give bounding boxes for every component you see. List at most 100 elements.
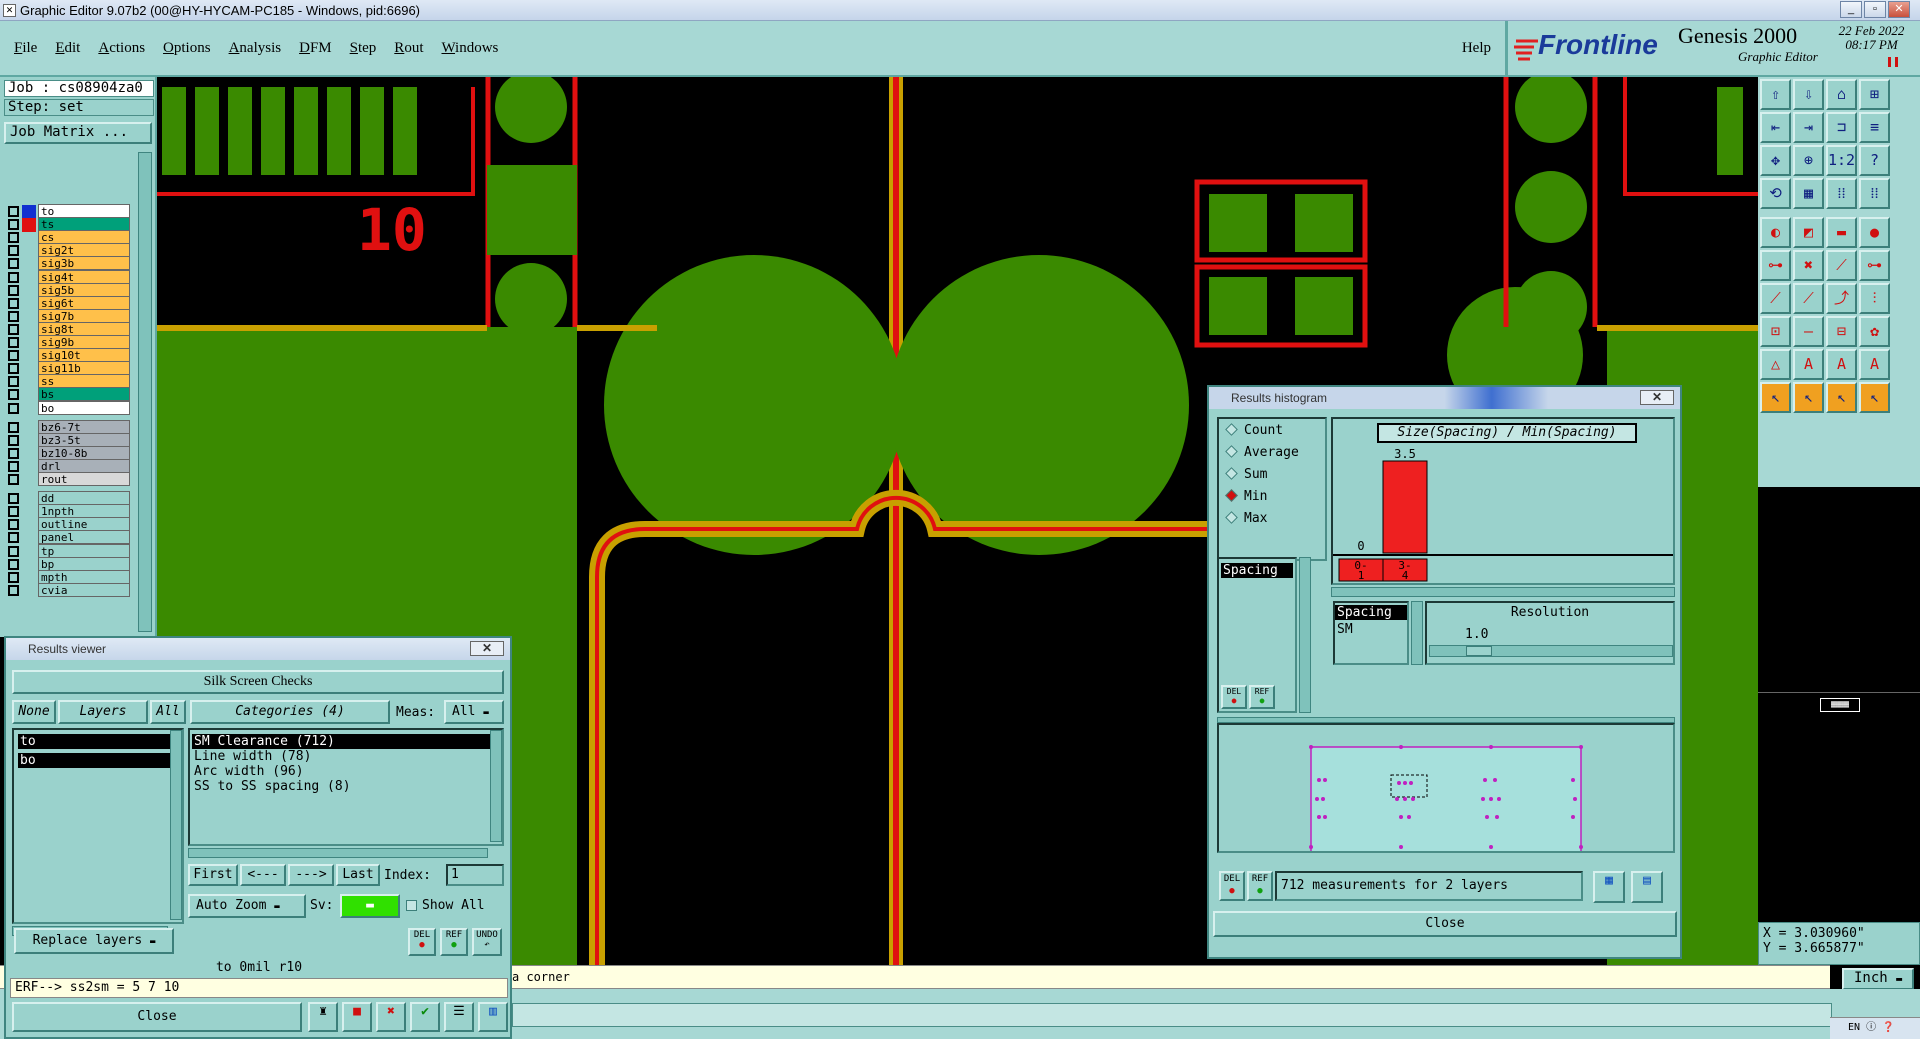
segment-icon[interactable]: — [1793,316,1824,347]
text-a-icon[interactable]: A [1793,349,1824,380]
layer-selection-list[interactable]: Spacing SM [1333,601,1409,665]
layer-checkbox[interactable] [8,434,19,446]
report-chart-icon[interactable]: ▤ [1631,871,1663,903]
menu-file[interactable]: File [14,40,37,57]
layer-checkbox[interactable] [8,310,19,322]
select3-icon[interactable]: ↖ [1826,382,1857,413]
layer-checkbox[interactable] [8,350,19,362]
menu-options[interactable]: Options [163,40,211,57]
layers-scrollbar[interactable] [138,152,152,632]
fill-icon[interactable]: ◩ [1793,217,1824,248]
units-dropdown[interactable]: Inch ▬ [1842,968,1914,990]
option-average[interactable]: Average [1223,445,1299,463]
replace-layers-dropdown[interactable]: Replace layers ▬ [14,928,174,954]
refresh-icon[interactable]: ✔ [410,1002,440,1032]
menu-dfm[interactable]: DFM [299,40,332,57]
line-icon[interactable]: ⟋ [1826,250,1857,281]
pan-left-icon[interactable]: ⇤ [1760,112,1791,143]
menu-edit[interactable]: Edit [55,40,80,57]
query-icon[interactable]: ? [1859,145,1890,176]
draw-icon[interactable]: ⟋ [1760,283,1791,314]
box-icon[interactable]: ⊟ [1826,316,1857,347]
histogram-hscroll[interactable] [1331,587,1675,597]
connect-icon[interactable]: ⊶ [1760,250,1791,281]
node-icon[interactable]: ⊶ [1859,250,1890,281]
zoom-tool-icon[interactable]: ♜ [308,1002,338,1032]
layer-checkbox[interactable] [8,506,19,518]
layer-checkbox[interactable] [8,447,19,459]
resolution-slider[interactable] [1429,645,1673,657]
undo-button[interactable]: UNDO ↶ [472,928,502,956]
layer-checkbox[interactable] [8,402,19,414]
job-matrix-button[interactable]: Job Matrix ... [4,122,152,144]
layer-checkbox[interactable] [8,545,19,557]
categories-button[interactable]: Categories (4) [190,700,390,724]
layer-checkbox[interactable] [8,363,19,375]
show-all-checkbox[interactable] [406,900,417,911]
circle-icon[interactable]: ● [1859,217,1890,248]
pan-right-icon[interactable]: ⇥ [1793,112,1824,143]
histogram-ref-button[interactable]: REF ● [1247,871,1273,901]
menu-rout[interactable]: Rout [394,40,423,57]
triangle-icon[interactable]: △ [1760,349,1791,380]
option-min[interactable]: Min [1223,489,1267,507]
menu-actions[interactable]: Actions [98,40,145,57]
sel-list-item[interactable]: SM [1335,622,1407,637]
clear-icon[interactable]: ■ [342,1002,372,1032]
flower-icon[interactable]: ✿ [1859,316,1890,347]
pad-icon[interactable]: ◐ [1760,217,1791,248]
meas-dropdown[interactable]: All ▬ [444,700,504,724]
category-hscroll[interactable] [188,848,488,858]
layer-checkbox[interactable] [8,232,19,244]
layer-checkbox[interactable] [8,323,19,335]
del-button[interactable]: DEL ● [408,928,436,956]
grid-icon[interactable]: ⊞ [1859,79,1890,110]
result-layer-item[interactable]: bo [18,753,178,768]
all-button[interactable]: All [150,700,186,724]
severity-color-dropdown[interactable]: ▬ [340,894,400,918]
scale-icon[interactable]: 1:2 [1826,145,1857,176]
layer-checkbox[interactable] [8,297,19,309]
auto-zoom-dropdown[interactable]: Auto Zoom ▬ [188,894,306,918]
window-icon[interactable]: ⊐ [1826,112,1857,143]
category-list[interactable]: SM Clearance (712) Line width (78) Arc w… [188,728,504,846]
move-down-icon[interactable]: ⇩ [1793,79,1824,110]
layer-checkbox[interactable] [8,206,19,217]
snap-grid-icon[interactable]: ▦ [1793,178,1824,209]
fit-icon[interactable]: ✥ [1760,145,1791,176]
prev-button[interactable]: <--- [240,864,286,886]
zoom-in-icon[interactable]: ⊕ [1793,145,1824,176]
next-button[interactable]: ---> [288,864,334,886]
layer-checkbox[interactable] [8,571,19,583]
none-button[interactable]: None [12,700,56,724]
histogram-close-icon[interactable]: ✕ [1640,390,1674,405]
sel-list-item[interactable]: Spacing [1335,605,1407,620]
export-chart-icon[interactable]: ▦ [1593,871,1625,903]
menu-windows[interactable]: Windows [441,40,498,57]
first-button[interactable]: First [188,864,238,886]
layer-checkbox[interactable] [8,584,19,596]
layer-checkbox[interactable] [8,284,19,296]
layer-checkbox[interactable] [8,389,19,401]
index-input[interactable]: 1 [446,864,504,886]
text-b-icon[interactable]: A [1826,349,1857,380]
category-item[interactable]: Line width (78) [192,749,500,764]
layer-checkbox[interactable] [8,519,19,531]
close-window-button[interactable]: ✕ [1888,1,1910,18]
ref-button[interactable]: REF ● [440,928,468,956]
text-c-icon[interactable]: A [1859,349,1890,380]
layers-button[interactable]: Layers [58,700,148,724]
layer-checkbox[interactable] [8,474,19,485]
delete-icon[interactable]: ✖ [1793,250,1824,281]
layer-checkbox[interactable] [8,376,19,388]
command-line[interactable] [512,1003,1832,1027]
last-button[interactable]: Last [336,864,380,886]
trace-icon[interactable]: ⟋ [1793,283,1824,314]
ruler-icon[interactable]: ▬ [1826,217,1857,248]
rotate-icon[interactable]: ⟲ [1760,178,1791,209]
results-viewer-close-icon[interactable]: ✕ [470,641,504,656]
histogram-ref-small[interactable]: REF ● [1249,685,1275,709]
menu-step[interactable]: Step [350,40,377,57]
spacing-list-item[interactable]: Spacing [1221,563,1293,578]
option-max[interactable]: Max [1223,511,1267,529]
